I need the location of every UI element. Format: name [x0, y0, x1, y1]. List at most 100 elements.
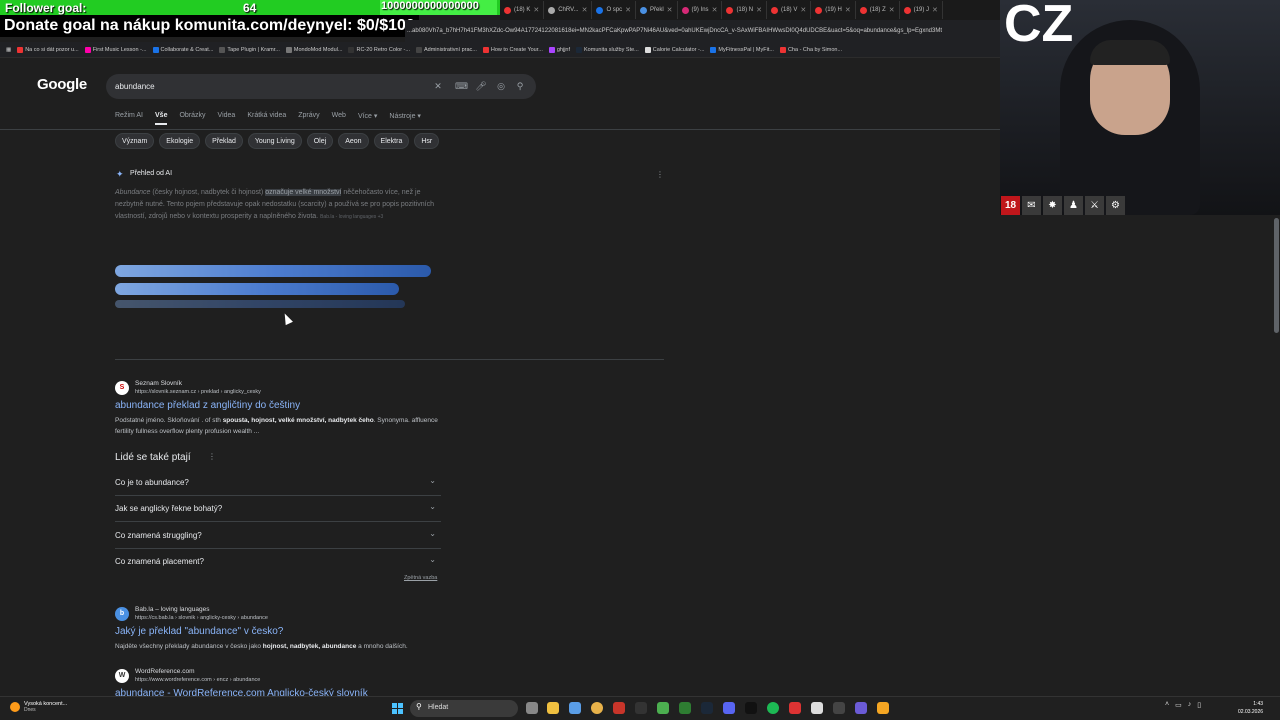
browser-tab[interactable]: (18) Z ✕: [856, 1, 900, 19]
bookmark-item[interactable]: RC-20 Retro Color -...: [348, 46, 410, 53]
paa-question[interactable]: Co je to abundance? ⌄: [115, 470, 441, 496]
close-icon[interactable]: ✕: [582, 6, 588, 14]
system-tray[interactable]: ˄ ▭ ♪ ▯: [1165, 701, 1201, 709]
bookmark-item[interactable]: Calorie Calculator -...: [644, 46, 704, 53]
discord-icon[interactable]: [723, 702, 735, 714]
search-nav-tab[interactable]: Vše: [155, 112, 168, 125]
excel-icon[interactable]: [679, 702, 691, 714]
battery-icon[interactable]: ▯: [1197, 701, 1201, 709]
network-icon[interactable]: ▭: [1175, 701, 1182, 709]
bookmark-item[interactable]: MyFitnessPal | MyFit...: [710, 46, 774, 53]
chevron-up-icon[interactable]: ˄: [1165, 701, 1169, 709]
bookmark-item[interactable]: Administrativní prac...: [415, 46, 477, 53]
tiktok-icon[interactable]: [745, 702, 757, 714]
result-title-link[interactable]: Jaký je překlad "abundance" v česko?: [115, 626, 283, 637]
search-icon[interactable]: ⚲: [514, 80, 526, 92]
paa-question[interactable]: Jak se anglicky řekne bohatý? ⌄: [115, 496, 441, 522]
bookmark-item[interactable]: Cha - Cha by Simon...: [779, 46, 842, 53]
feedback-link[interactable]: Zpětná vazba: [404, 575, 437, 581]
lens-icon[interactable]: ◎: [495, 80, 507, 92]
browser-tab[interactable]: (19) J ✕: [900, 1, 943, 19]
bookmark-item[interactable]: ghjjnf: [548, 46, 570, 53]
close-icon[interactable]: ✕: [800, 6, 806, 14]
refinement-chip[interactable]: Elektra: [373, 133, 410, 149]
browser-tab[interactable]: (18) N ✕: [722, 1, 767, 19]
ai-source-link[interactable]: Bab.la - loving languages +3: [320, 214, 383, 220]
result-title-link[interactable]: abundance překlad z angličtiny do češtin…: [115, 400, 300, 411]
steam-icon[interactable]: [701, 702, 713, 714]
weather-widget[interactable]: Vysoká koncent... Dnes: [10, 701, 67, 713]
close-icon[interactable]: ✕: [712, 6, 718, 14]
search-nav-tab[interactable]: Videa: [218, 112, 236, 125]
browser-tab[interactable]: (18) K ✕: [500, 1, 545, 19]
clear-icon[interactable]: ✕: [432, 80, 444, 92]
paa-menu-icon[interactable]: ⋮: [208, 452, 216, 461]
keyboard-icon[interactable]: ⌨: [455, 80, 468, 92]
bookmark-item[interactable]: Na co si dát pozor u...: [17, 46, 79, 53]
bookmark-item[interactable]: How to Create Your...: [482, 46, 543, 53]
refinement-chip[interactable]: Olej: [306, 133, 334, 149]
result-url[interactable]: https://www.wordreference.com › encz › a…: [135, 677, 260, 683]
close-icon[interactable]: ✕: [533, 6, 539, 14]
bookmark-item[interactable]: First Music Lesson -...: [84, 46, 147, 53]
close-icon[interactable]: ✕: [625, 6, 631, 14]
scrollbar-thumb[interactable]: [1274, 218, 1279, 333]
app-icon[interactable]: [877, 702, 889, 714]
mail-icon[interactable]: [569, 702, 581, 714]
browser-tab[interactable]: Překl ✕: [636, 1, 678, 19]
spotify-icon[interactable]: [767, 702, 779, 714]
app-icon[interactable]: [855, 702, 867, 714]
refinement-chip[interactable]: Význam: [115, 133, 155, 149]
app-icon[interactable]: [811, 702, 823, 714]
browser-tab[interactable]: O spc ✕: [592, 1, 636, 19]
taskbar-search[interactable]: ⚲ Hledat: [410, 700, 518, 717]
refinement-chip[interactable]: Young Living: [247, 133, 302, 149]
close-icon[interactable]: ✕: [932, 6, 938, 14]
search-nav-tab[interactable]: Obrázky: [179, 112, 205, 125]
refinement-chip[interactable]: Hsr: [414, 133, 440, 149]
microphone-icon[interactable]: 🎤︎: [475, 80, 487, 92]
search-nav-tab[interactable]: Více ▾: [358, 112, 377, 125]
search-input[interactable]: [115, 79, 415, 94]
system-clock[interactable]: 1:43 02.03.2026: [1238, 700, 1263, 716]
app-icon[interactable]: [789, 702, 801, 714]
address-bar[interactable]: ...ab080Vh7a_b7hH7h41FM3hXZdc-Ow94A17724…: [405, 20, 1000, 42]
search-nav-tab[interactable]: Režim AI: [115, 112, 143, 125]
search-nav-tab[interactable]: Krátká videa: [247, 112, 286, 125]
apps-icon[interactable]: ▦: [6, 47, 11, 53]
task-view-icon[interactable]: [526, 702, 538, 714]
app-icon[interactable]: [657, 702, 669, 714]
bookmark-item[interactable]: Komunita služby Ste...: [576, 46, 639, 53]
chrome-icon[interactable]: [591, 702, 603, 714]
result-url[interactable]: https://cs.bab.la › slovnik › anglicky-c…: [135, 615, 268, 621]
browser-tab[interactable]: (19) H ✕: [811, 1, 856, 19]
paa-question[interactable]: Co znamená struggling? ⌄: [115, 523, 441, 549]
close-icon[interactable]: ✕: [756, 6, 762, 14]
search-nav-tab[interactable]: Zprávy: [298, 112, 319, 125]
browser-tab[interactable]: ChRV... ✕: [544, 1, 593, 19]
bookmark-item[interactable]: Tape Plugin | Kramr...: [219, 46, 280, 53]
windows-start-icon[interactable]: [392, 703, 403, 714]
app-icon[interactable]: [635, 702, 647, 714]
search-nav-tab[interactable]: Web: [332, 112, 346, 125]
file-explorer-icon[interactable]: [547, 702, 559, 714]
search-nav-tab[interactable]: Nástroje ▾: [389, 112, 421, 125]
google-logo[interactable]: Google: [37, 76, 87, 93]
bookmark-item[interactable]: Collaborate & Creat...: [152, 46, 213, 53]
obs-icon[interactable]: [833, 702, 845, 714]
ai-overview-menu-icon[interactable]: ⋮: [656, 170, 664, 179]
refinement-chip[interactable]: Aeon: [338, 133, 369, 149]
app-icon[interactable]: [613, 702, 625, 714]
browser-tab[interactable]: (18) V ✕: [767, 1, 812, 19]
search-box[interactable]: ✕ ⌨ 🎤︎ ◎ ⚲: [106, 74, 536, 99]
close-icon[interactable]: ✕: [889, 6, 895, 14]
browser-tab[interactable]: (9) Ins ✕: [678, 1, 723, 19]
paa-question[interactable]: Co znamená placement? ⌄: [115, 549, 441, 575]
refinement-chip[interactable]: Překlad: [205, 133, 243, 149]
close-icon[interactable]: ✕: [667, 6, 673, 14]
close-icon[interactable]: ✕: [845, 6, 851, 14]
refinement-chip[interactable]: Ekologie: [159, 133, 201, 149]
speaker-icon[interactable]: ♪: [1188, 701, 1192, 709]
result-url[interactable]: https://slovnik.seznam.cz › preklad › an…: [135, 389, 261, 395]
bookmark-item[interactable]: MondoMod Modul...: [285, 46, 342, 53]
